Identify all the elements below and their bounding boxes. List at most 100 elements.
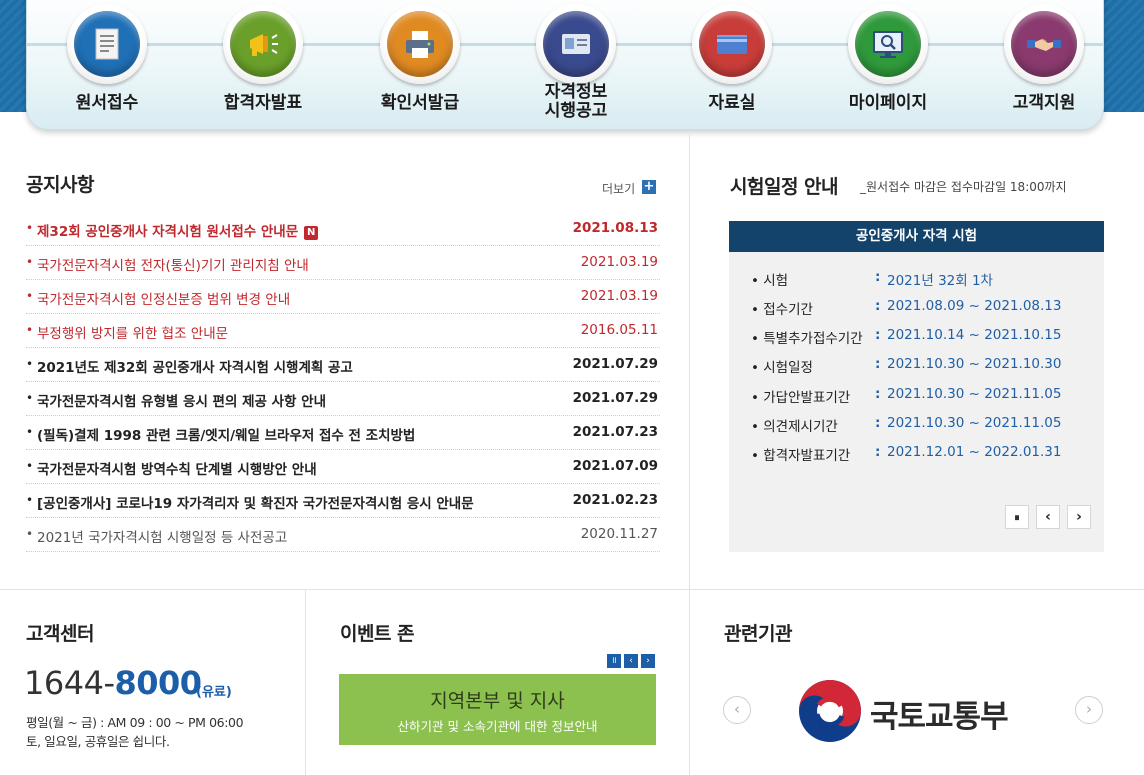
- nav-label-line2: 시행공고: [544, 101, 608, 121]
- molit-logo[interactable]: [797, 678, 863, 744]
- notice-row[interactable]: • [공인중개사] 코로나19 자가격리자 및 확진자 국가전문자격시험 응시 안…: [26, 484, 660, 518]
- nav-label: 확인서발급: [380, 93, 460, 113]
- notice-title: 국가전문자격시험 유형별 응시 편의 제공 사항 안내: [37, 394, 327, 410]
- related-next-button[interactable]: ›: [1075, 696, 1103, 724]
- nav-label: 마이페이지: [848, 93, 928, 113]
- notice-date: 2021.07.29: [572, 390, 658, 406]
- notice-row[interactable]: • 2021년도 제32회 공인중개사 자격시험 시행계획 공고 2021.07.2…: [26, 348, 660, 382]
- notice-title: [공인중개사] 코로나19 자가격리자 및 확진자 국가전문자격시험 응시 안내…: [37, 496, 474, 512]
- chevron-left-icon: ‹: [629, 656, 633, 666]
- column-divider: [689, 134, 690, 590]
- schedule-value: 2021.12.01 ~ 2022.01.31: [887, 444, 1062, 460]
- notice-date: 2021.02.23: [572, 492, 658, 508]
- notice-row[interactable]: • 국가전문자격시험 전자(통신)기기 관리지침 안내 2021.03.19: [26, 246, 660, 280]
- main-navigation: 원서접수 합격자발표 확인서발급 자격정보 시행공고 자료실 마이페이지 고객지…: [26, 0, 1104, 130]
- ministry-name[interactable]: 국토교통부: [870, 691, 1009, 736]
- pause-icon: ⏸: [1014, 511, 1020, 524]
- plus-icon[interactable]: +: [642, 180, 656, 194]
- notice-row[interactable]: • 2021년 국가자격시험 시행일정 등 사전공고 2020.11.27: [26, 518, 660, 552]
- notice-date: 2021.03.19: [580, 288, 658, 304]
- page-root: 원서접수 합격자발표 확인서발급 자격정보 시행공고 자료실 마이페이지 고객지…: [0, 0, 1144, 775]
- new-badge: N: [304, 226, 319, 240]
- schedule-label: 합격자발표기간: [763, 448, 851, 464]
- pause-icon: ॥: [611, 656, 617, 666]
- folder-icon: [699, 11, 765, 77]
- schedule-value: 2021.08.09 ~ 2021.08.13: [887, 298, 1062, 314]
- chevron-right-icon: ›: [1086, 700, 1092, 718]
- handshake-icon: [1011, 11, 1077, 77]
- schedule-value: 2021.10.14 ~ 2021.10.15: [887, 327, 1062, 343]
- event-next-button[interactable]: ›: [641, 654, 655, 668]
- notice-row[interactable]: • (필독)결제 1998 관련 크롬/엣지/웨일 브라우저 접수 전 조치방법 2…: [26, 416, 660, 450]
- schedule-row: • 합격자발표기간 : 2021.12.01 ~ 2022.01.31: [751, 444, 1062, 464]
- nav-item-results[interactable]: 합격자발표: [181, 0, 331, 131]
- customer-center-title: 고객센터: [26, 623, 94, 645]
- chevron-right-icon: ›: [646, 656, 650, 666]
- nav-item-library[interactable]: 자료실: [650, 0, 800, 131]
- chevron-right-icon: ›: [1076, 509, 1082, 525]
- nav-label: 합격자발표: [223, 93, 303, 113]
- nav-label: 원서접수: [75, 93, 139, 113]
- event-banner-title: 지역본부 및 지사: [430, 690, 565, 712]
- schedule-title: 시험일정 안내: [730, 176, 839, 198]
- nav-item-support[interactable]: 고객지원: [962, 0, 1112, 131]
- schedule-subtitle: _원서접수 마감은 접수마감일 18:00까지: [860, 180, 1067, 194]
- nav-item-certificate[interactable]: 확인서발급: [338, 0, 488, 131]
- schedule-label: 특별추가접수기간: [763, 331, 863, 347]
- notice-row[interactable]: • 국가전문자격시험 인정신분증 범위 변경 안내 2021.03.19: [26, 280, 660, 314]
- notice-title: 부정행위 방지를 위한 협조 안내문: [37, 326, 229, 342]
- chevron-left-icon: ‹: [1045, 509, 1051, 525]
- schedule-row: • 가답안발표기간 : 2021.10.30 ~ 2021.11.05: [751, 386, 1062, 406]
- notice-row[interactable]: • 부정행위 방지를 위한 협조 안내문 2016.05.11: [26, 314, 660, 348]
- schedule-row: • 시험일정 : 2021.10.30 ~ 2021.10.30: [751, 356, 1062, 376]
- schedule-label: 가답안발표기간: [763, 390, 851, 406]
- schedule-value: 2021.10.30 ~ 2021.11.05: [887, 386, 1062, 402]
- phone-number: 1644-8000: [24, 664, 202, 702]
- notice-row[interactable]: • 국가전문자격시험 방역수칙 단계별 시행방안 안내 2021.07.09: [26, 450, 660, 484]
- schedule-label: 접수기간: [763, 302, 813, 318]
- schedule-row: • 시험 : 2021년 32회 1차: [751, 269, 993, 289]
- business-hours: 평일(월 ~ 금) : AM 09 : 00 ~ PM 06:00: [26, 715, 244, 730]
- event-banner[interactable]: 지역본부 및 지사 산하기관 및 소속기관에 대한 정보안내: [339, 674, 656, 745]
- notice-date: 2021.03.19: [580, 254, 658, 270]
- next-button[interactable]: ›: [1067, 505, 1091, 529]
- chevron-left-icon: ‹: [734, 700, 740, 718]
- nav-item-mypage[interactable]: 마이페이지: [806, 0, 956, 131]
- notice-row[interactable]: • 국가전문자격시험 유형별 응시 편의 제공 사항 안내 2021.07.29: [26, 382, 660, 416]
- nav-label: 자료실: [708, 93, 756, 113]
- schedule-panel: 공인중개사 자격 시험 • 시험 : 2021년 32회 1차 • 접수기간 :…: [729, 221, 1104, 552]
- schedule-value: 2021년 32회 1차: [887, 273, 993, 289]
- taegeuk-emblem-icon: [799, 680, 861, 742]
- schedule-label: 의견제시기간: [763, 419, 838, 435]
- prev-button[interactable]: ‹: [1036, 505, 1060, 529]
- holiday-notice: 토, 일요일, 공휴일은 쉽니다.: [26, 734, 170, 749]
- event-prev-button[interactable]: ‹: [624, 654, 638, 668]
- notice-title: 2021년 국가자격시험 시행일정 등 사전공고: [37, 530, 288, 546]
- nav-item-qualification-info[interactable]: 자격정보 시행공고: [494, 0, 644, 131]
- document-icon: [74, 11, 140, 77]
- notice-row[interactable]: • 제32회 공인중개사 자격시험 원서접수 안내문 N 2021.08.13: [26, 212, 660, 246]
- schedule-label: 시험: [763, 273, 789, 289]
- paid-label: (유료): [196, 685, 232, 700]
- pause-button[interactable]: ⏸: [1005, 505, 1029, 529]
- more-link[interactable]: 더보기: [602, 180, 635, 197]
- schedule-value: 2021.10.30 ~ 2021.10.30: [887, 356, 1062, 372]
- notices-title: 공지사항: [26, 174, 94, 196]
- notice-title: 국가전문자격시험 인정신분증 범위 변경 안내: [37, 292, 291, 308]
- nav-item-application[interactable]: 원서접수: [25, 0, 175, 131]
- id-card-icon: [543, 11, 609, 77]
- event-zone-title: 이벤트 존: [340, 623, 415, 645]
- monitor-search-icon: [855, 11, 921, 77]
- notice-title: (필독)결제 1998 관련 크롬/엣지/웨일 브라우저 접수 전 조치방법: [37, 428, 416, 444]
- related-orgs-title: 관련기관: [724, 623, 792, 645]
- notice-date: 2021.07.09: [572, 458, 658, 474]
- notice-date: 2016.05.11: [580, 322, 658, 338]
- event-pause-button[interactable]: ॥: [607, 654, 621, 668]
- printer-icon: [387, 11, 453, 77]
- notice-title: 제32회 공인중개사 자격시험 원서접수 안내문: [37, 224, 299, 240]
- related-prev-button[interactable]: ‹: [723, 696, 751, 724]
- schedule-row: • 특별추가접수기간 : 2021.10.14 ~ 2021.10.15: [751, 327, 1062, 347]
- schedule-row: • 접수기간 : 2021.08.09 ~ 2021.08.13: [751, 298, 1062, 318]
- event-banner-subtitle: 산하기관 및 소속기관에 대한 정보안내: [397, 719, 598, 734]
- notice-date: 2021.07.29: [572, 356, 658, 372]
